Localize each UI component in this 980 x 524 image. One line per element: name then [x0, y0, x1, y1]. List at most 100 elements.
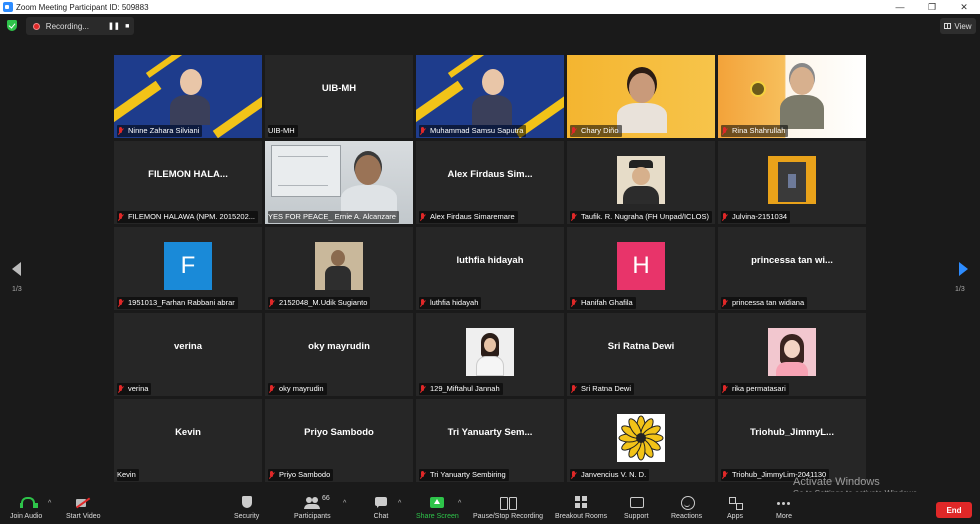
- recording-dot-icon: [33, 22, 40, 30]
- participant-name: Kevin: [117, 470, 136, 479]
- participant-display-name: UIB-MH: [321, 83, 357, 94]
- view-button[interactable]: View: [940, 18, 976, 34]
- encryption-shield-icon[interactable]: [7, 20, 17, 31]
- participant-tile[interactable]: Kevin Kevin: [114, 399, 262, 482]
- chat-caret-icon[interactable]: ^: [398, 500, 401, 507]
- muted-mic-icon: [117, 126, 125, 136]
- participant-name-tag: oky mayrudin: [268, 383, 327, 395]
- participants-caret-icon[interactable]: ^: [343, 500, 346, 507]
- watermark-title: Activate Windows: [793, 476, 880, 488]
- participant-name-tag: Taufik. R. Nugraha (FH Unpad/ICLOS): [570, 211, 712, 223]
- participant-tile[interactable]: Priyo Sambodo Priyo Sambodo: [265, 399, 413, 482]
- participant-tile[interactable]: 2152048_M.Udik Sugianto: [265, 227, 413, 310]
- pause-stop-recording-button[interactable]: Pause/Stop Recording: [473, 496, 543, 524]
- participant-name: Hanifah Ghafila: [581, 298, 633, 307]
- muted-mic-icon: [721, 298, 729, 308]
- profile-picture: [768, 156, 816, 204]
- muted-mic-icon: [419, 212, 427, 222]
- participant-name: Ninne Zahara Silviani: [128, 126, 200, 135]
- participant-tile[interactable]: Alex Firdaus Sim... Alex Firdaus Simarema…: [416, 141, 564, 224]
- participant-tile[interactable]: 129_Miftahul Jannah: [416, 313, 564, 396]
- participant-tile[interactable]: FILEMON HALA... FILEMON HALAWA (NPM. 2015…: [114, 141, 262, 224]
- participant-tile[interactable]: UIB-MH UIB-MH: [265, 55, 413, 138]
- participant-tile[interactable]: H Hanifah Ghafila: [567, 227, 715, 310]
- participant-tile[interactable]: Rina Shahrullah: [718, 55, 866, 138]
- breakout-rooms-label: Breakout Rooms: [555, 513, 608, 520]
- muted-mic-icon: [117, 384, 125, 394]
- participant-tile[interactable]: Muhammad Samsu Saputra: [416, 55, 564, 138]
- participant-tile[interactable]: Triohub_JimmyL... Triohub_JimmyLim-204113…: [718, 399, 866, 482]
- participant-tile[interactable]: luthfia hidayah luthfia hidayah: [416, 227, 564, 310]
- reactions-button[interactable]: Reactions: [671, 496, 702, 524]
- end-meeting-button[interactable]: End: [936, 502, 972, 518]
- participant-name-tag: Alex Firdaus Simaremare: [419, 211, 518, 223]
- participant-name: Julvina-2151034: [732, 212, 788, 221]
- participant-tile[interactable]: verina verina: [114, 313, 262, 396]
- muted-mic-icon: [419, 126, 427, 136]
- more-button[interactable]: More: [776, 496, 792, 524]
- share-caret-icon[interactable]: ^: [458, 500, 461, 507]
- participant-name-tag: luthfia hidayah: [419, 297, 482, 309]
- close-icon[interactable]: ✕: [948, 0, 980, 14]
- participant-name-tag: Janvencius V. N. D.: [570, 469, 650, 481]
- grid-view-icon: [944, 23, 952, 29]
- participant-tile[interactable]: Taufik. R. Nugraha (FH Unpad/ICLOS): [567, 141, 715, 224]
- participant-tile[interactable]: Chary Diño: [567, 55, 715, 138]
- participant-display-name: Kevin: [175, 427, 201, 438]
- participant-name-tag: Tri Yanuarty Sembiring: [419, 469, 509, 481]
- participants-count: 66: [322, 495, 330, 502]
- participant-name: verina: [128, 384, 149, 393]
- security-button[interactable]: Security: [234, 496, 259, 524]
- participant-tile[interactable]: rika permatasari: [718, 313, 866, 396]
- video-off-icon: [75, 496, 91, 510]
- participant-name: YES FOR PEACE_ Ernie A. Alcanzare: [268, 212, 396, 221]
- recording-label: Recording...: [45, 21, 89, 31]
- pause-recording-icon[interactable]: ❚❚: [107, 22, 120, 30]
- more-label: More: [776, 513, 792, 520]
- participant-tile[interactable]: Julvina-2151034: [718, 141, 866, 224]
- muted-mic-icon: [419, 298, 427, 308]
- participant-name: Alex Firdaus Simaremare: [430, 212, 515, 221]
- gallery-grid: Ninne Zahara Silviani UIB-MH UIB-MH Muhamm…: [114, 55, 866, 485]
- audio-options-caret-icon[interactable]: ^: [48, 500, 51, 507]
- muted-mic-icon: [419, 470, 427, 480]
- participant-tile[interactable]: Ninne Zahara Silviani: [114, 55, 262, 138]
- apps-button[interactable]: Apps: [727, 496, 743, 524]
- initial-avatar: F: [164, 242, 212, 290]
- participant-tile[interactable]: oky mayrudin oky mayrudin: [265, 313, 413, 396]
- window-titlebar: Zoom Meeting Participant ID: 509883 — ❐ …: [0, 0, 980, 14]
- maximize-icon[interactable]: ❐: [916, 0, 948, 14]
- start-video-button[interactable]: Start Video: [66, 496, 101, 524]
- support-button[interactable]: Support: [624, 496, 649, 524]
- previous-page-arrow-icon[interactable]: [12, 262, 21, 276]
- participant-name-tag: Rina Shahrullah: [721, 125, 789, 137]
- breakout-rooms-button[interactable]: Breakout Rooms: [555, 496, 607, 524]
- participant-tile[interactable]: YES FOR PEACE_ Ernie A. Alcanzare: [265, 141, 413, 224]
- stop-recording-icon[interactable]: ■: [121, 23, 134, 30]
- muted-mic-icon: [268, 384, 276, 394]
- participant-name: FILEMON HALAWA (NPM. 2015202...: [128, 212, 255, 221]
- participant-tile[interactable]: Janvencius V. N. D.: [567, 399, 715, 482]
- participants-label: Participants: [294, 513, 331, 520]
- participant-video-person: [617, 71, 667, 133]
- security-label: Security: [234, 513, 260, 520]
- participant-name: Tri Yanuarty Sembiring: [430, 470, 506, 479]
- participant-tile[interactable]: F 1951013_Farhan Rabbani abrar: [114, 227, 262, 310]
- next-page-arrow-icon[interactable]: [959, 262, 968, 276]
- participant-tile[interactable]: Tri Yanuarty Sem... Tri Yanuarty Sembirin…: [416, 399, 564, 482]
- participant-name-tag: 1951013_Farhan Rabbani abrar: [117, 297, 238, 309]
- apps-icon: [727, 496, 743, 510]
- share-screen-button[interactable]: Share Screen: [416, 496, 459, 524]
- recording-indicator: Recording... ❚❚ ■: [26, 17, 134, 35]
- participants-icon: [304, 496, 321, 510]
- share-screen-label: Share Screen: [416, 513, 459, 520]
- zoom-app-icon: [3, 2, 13, 12]
- minimize-icon[interactable]: —: [884, 0, 916, 14]
- share-screen-icon: [429, 496, 445, 510]
- join-audio-label: Join Audio: [10, 513, 43, 520]
- participant-tile[interactable]: Sri Ratna Dewi Sri Ratna Dewi: [567, 313, 715, 396]
- join-audio-button[interactable]: Join Audio: [10, 496, 42, 524]
- participant-tile[interactable]: princessa tan wi... princessa tan widiana: [718, 227, 866, 310]
- chat-button[interactable]: Chat: [373, 496, 389, 524]
- reactions-label: Reactions: [671, 513, 703, 520]
